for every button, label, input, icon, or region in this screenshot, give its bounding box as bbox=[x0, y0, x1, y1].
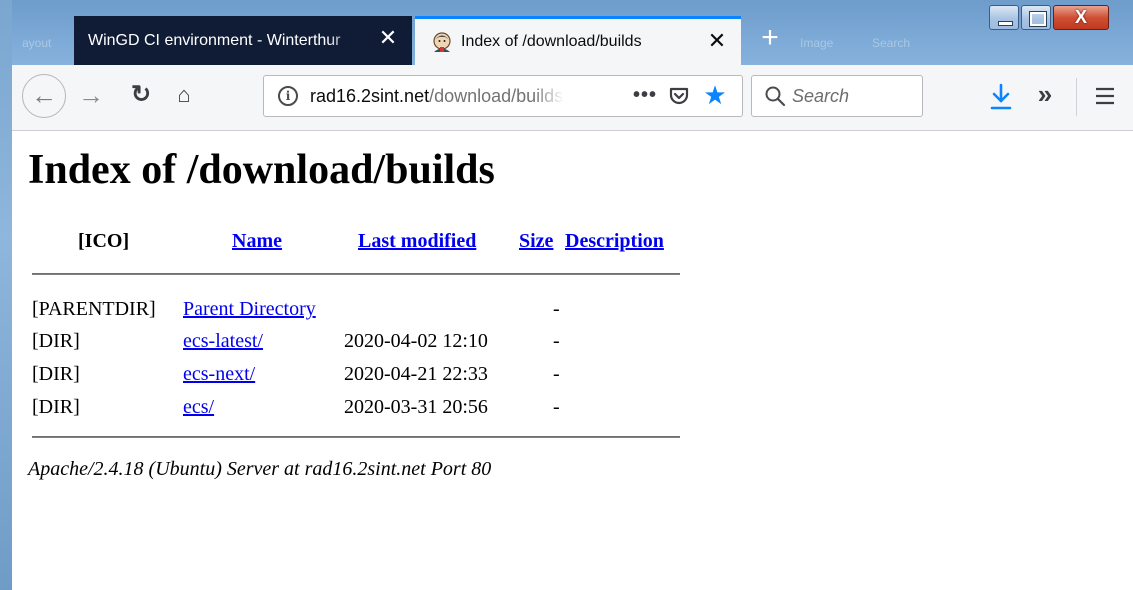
table-row: [DIR] ecs-next/ 2020-04-21 22:33 - bbox=[12, 358, 712, 390]
row-icon-alt: [DIR] bbox=[32, 396, 80, 418]
toolbar-divider bbox=[1076, 78, 1077, 116]
bookmark-star-icon[interactable]: ★ bbox=[700, 80, 730, 112]
row-size: - bbox=[553, 363, 560, 385]
page-actions-menu-icon[interactable]: ••• bbox=[631, 82, 659, 110]
row-last-modified: 2020-04-02 12:10 bbox=[344, 330, 488, 352]
search-icon bbox=[765, 86, 786, 107]
page-title: Index of /download/builds bbox=[28, 147, 495, 193]
row-name-link[interactable]: ecs-latest/ bbox=[183, 325, 263, 357]
page-content: Index of /download/builds [ICO] Name Las… bbox=[12, 132, 1133, 590]
tab-close-button[interactable]: ✕ bbox=[705, 30, 729, 54]
column-header-icon: [ICO] bbox=[78, 230, 130, 252]
desktop-background bbox=[0, 0, 12, 590]
navigation-toolbar: ← → ↻ ⌂ i rad16.2sint.net/download/build… bbox=[12, 65, 1133, 131]
horizontal-rule bbox=[32, 436, 680, 438]
server-signature: Apache/2.4.18 (Ubuntu) Server at rad16.2… bbox=[28, 458, 492, 480]
window-close-button[interactable]: X bbox=[1053, 5, 1109, 30]
window-maximize-button[interactable] bbox=[1021, 5, 1051, 30]
reload-button[interactable]: ↻ bbox=[126, 80, 156, 112]
tab-index-of-builds[interactable]: Index of /download/builds ✕ bbox=[415, 16, 741, 65]
row-name-link[interactable]: Parent Directory bbox=[183, 293, 316, 325]
row-size: - bbox=[553, 298, 560, 320]
ghost-tab-label: Image bbox=[800, 36, 834, 50]
url-text[interactable]: rad16.2sint.net/download/builds/ bbox=[310, 76, 564, 116]
horizontal-rule bbox=[32, 273, 680, 275]
column-header-last-modified-link[interactable]: Last modified bbox=[358, 230, 476, 253]
tab-bar: ayout Image Search WinGD CI environment … bbox=[12, 0, 1133, 65]
window-minimize-button[interactable] bbox=[989, 5, 1019, 30]
table-row: [DIR] ecs-latest/ 2020-04-02 12:10 - bbox=[12, 325, 712, 357]
column-header-name-link[interactable]: Name bbox=[232, 230, 282, 253]
tab-wingd-ci[interactable]: WinGD CI environment - Winterthur ✕ bbox=[74, 16, 412, 65]
site-info-icon[interactable]: i bbox=[278, 86, 298, 106]
ghost-tab-label: ayout bbox=[22, 36, 52, 50]
tab-close-button[interactable]: ✕ bbox=[376, 27, 400, 51]
jenkins-favicon-icon bbox=[433, 32, 451, 52]
row-icon-alt: [PARENTDIR] bbox=[32, 298, 156, 320]
download-arrow-icon[interactable] bbox=[987, 81, 1015, 113]
row-icon-alt: [DIR] bbox=[32, 363, 80, 385]
close-icon: X bbox=[1074, 7, 1087, 27]
url-path: /download/builds/ bbox=[429, 86, 564, 106]
pocket-icon[interactable] bbox=[664, 82, 694, 110]
row-last-modified: 2020-03-31 20:56 bbox=[344, 396, 488, 418]
column-header-description-link[interactable]: Description bbox=[565, 230, 664, 253]
row-size: - bbox=[553, 396, 560, 418]
search-input[interactable] bbox=[792, 76, 912, 116]
address-bar[interactable]: i rad16.2sint.net/download/builds/ ••• ★ bbox=[263, 75, 743, 117]
tab-title: Index of /download/builds bbox=[461, 33, 642, 50]
row-icon-alt: [DIR] bbox=[32, 330, 80, 352]
row-name-link[interactable]: ecs/ bbox=[183, 391, 214, 423]
row-last-modified: 2020-04-21 22:33 bbox=[344, 363, 488, 385]
url-host: rad16.2sint.net bbox=[310, 86, 430, 106]
back-button[interactable]: ← bbox=[22, 74, 66, 118]
ghost-tab-label: Search bbox=[872, 36, 911, 50]
toolbar-overflow-chevron-icon[interactable]: » bbox=[1030, 79, 1060, 111]
row-size: - bbox=[553, 330, 560, 352]
row-name-link[interactable]: ecs-next/ bbox=[183, 358, 255, 390]
home-button[interactable]: ⌂ bbox=[169, 80, 199, 112]
forward-button[interactable]: → bbox=[76, 80, 106, 112]
tab-title: WinGD CI environment - Winterthur bbox=[88, 31, 341, 49]
new-tab-button[interactable]: + bbox=[754, 22, 786, 58]
hamburger-menu-icon[interactable] bbox=[1089, 79, 1121, 113]
search-bar[interactable] bbox=[751, 75, 923, 117]
table-row: [PARENTDIR] Parent Directory - bbox=[12, 293, 712, 325]
column-header-size-link[interactable]: Size bbox=[519, 230, 553, 253]
table-row: [DIR] ecs/ 2020-03-31 20:56 - bbox=[12, 391, 712, 423]
